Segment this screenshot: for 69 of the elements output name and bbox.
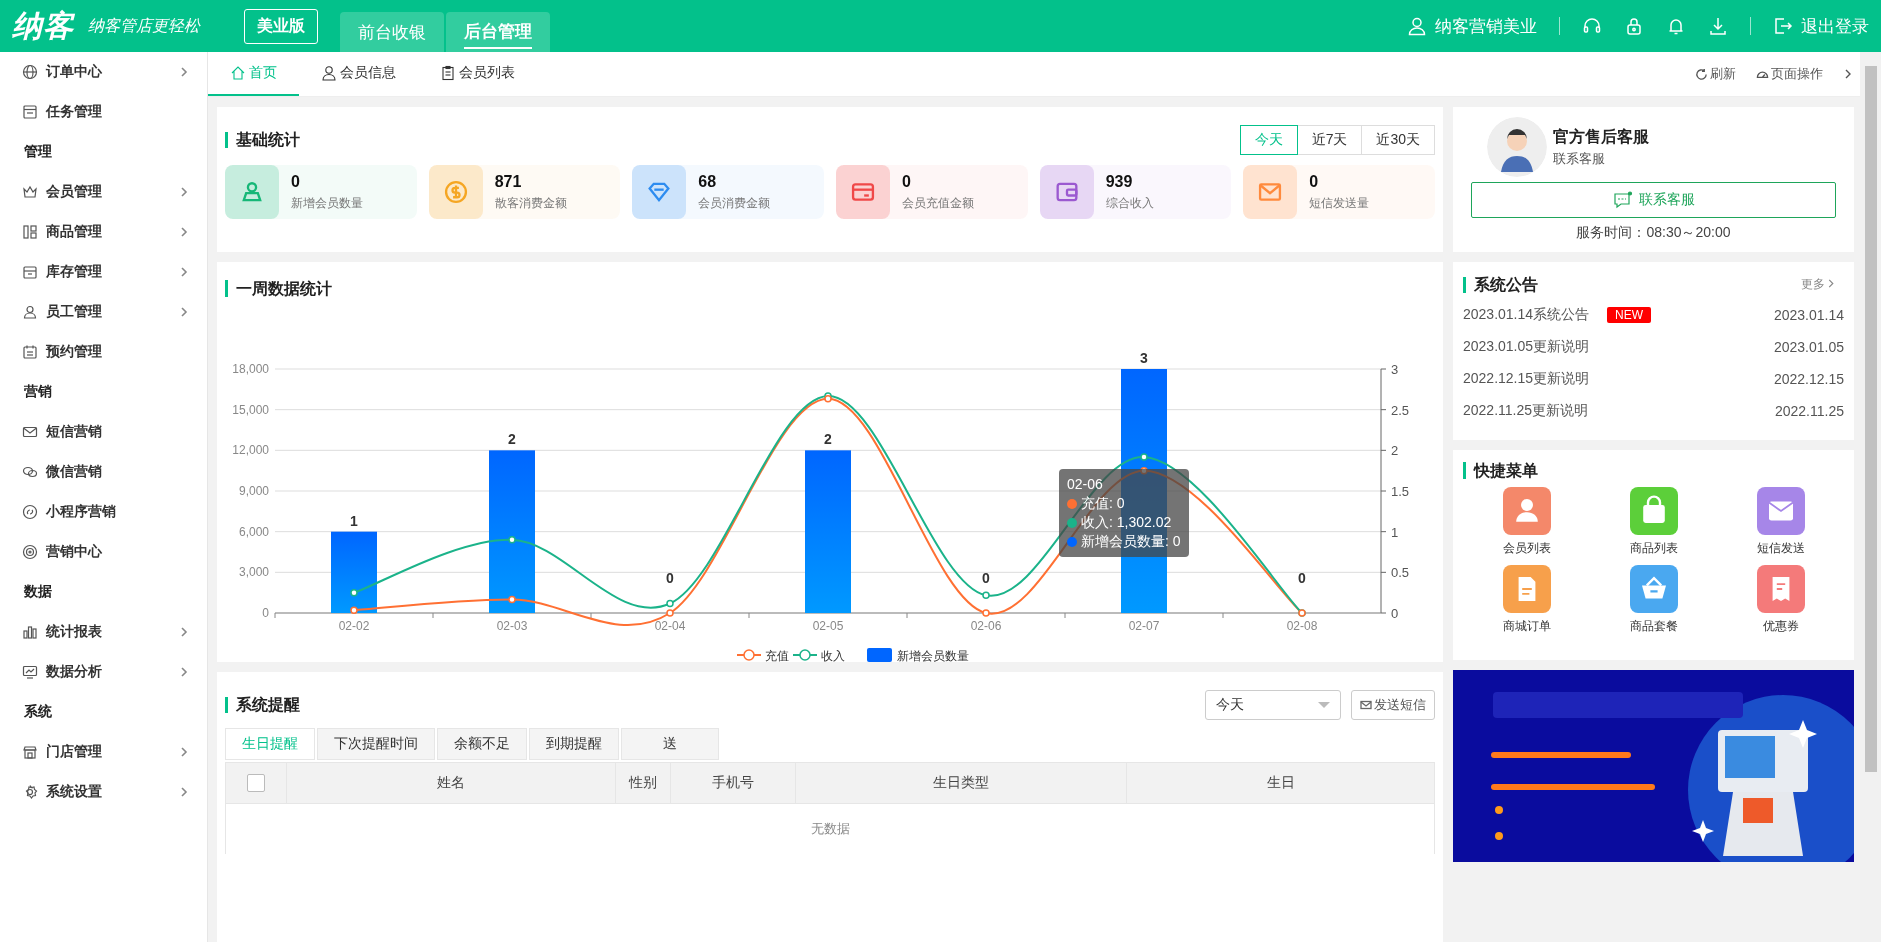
axis-label: 02-03 xyxy=(496,619,528,633)
slogan: 纳客管店更轻松 xyxy=(88,15,200,37)
axis-label: 2 xyxy=(1391,443,1399,459)
axis-label: 15,000 xyxy=(232,402,269,417)
axis-label: 02-07 xyxy=(1128,619,1160,633)
data-label: 2 xyxy=(824,431,832,448)
service-subtitle: 联系客服 xyxy=(1553,149,1606,168)
axis-label: 0 xyxy=(262,606,269,620)
stat-label: 新增会员数量 xyxy=(291,195,363,212)
tooltip-row: 新增会员数量: 0 xyxy=(1081,532,1181,551)
axis-label: 1 xyxy=(1391,524,1399,540)
service-hours: 服务时间：08:30～20:00 xyxy=(1575,224,1732,242)
axis-label: 0 xyxy=(1391,606,1399,621)
axis-label: 9,000 xyxy=(238,484,269,498)
axis-label: 3 xyxy=(1391,362,1399,377)
data-label: 1 xyxy=(350,512,358,529)
logo: 纳客 xyxy=(12,7,74,44)
sidebar-section-label: 系统 xyxy=(23,702,53,721)
section-title: 快捷菜单 xyxy=(1463,462,1538,479)
axis-label: 02-08 xyxy=(1286,619,1318,633)
column-header: 生日 xyxy=(1126,762,1435,804)
stat-value: 68 xyxy=(698,173,718,191)
stat-value: 939 xyxy=(1105,173,1134,191)
axis-label: 02-02 xyxy=(338,619,370,633)
stat-label: 散客消费金额 xyxy=(494,195,567,212)
tooltip-row: 收入: 1,302.02 xyxy=(1081,513,1172,532)
axis-label: 2.5 xyxy=(1391,402,1410,418)
stat-value: 0 xyxy=(902,173,912,191)
stat-label: 短信发送量 xyxy=(1309,195,1370,212)
stat-label: 会员消费金额 xyxy=(698,195,771,212)
sidebar-section-label: 管理 xyxy=(23,142,53,161)
notice-date: 2023.01.05 xyxy=(1773,339,1844,355)
tooltip-row: 充值: 0 xyxy=(1081,494,1125,513)
axis-label: 02-05 xyxy=(812,619,844,633)
tooltip-title: 02-06 xyxy=(1067,475,1104,494)
axis-label: 6,000 xyxy=(238,524,269,539)
column-header: 姓名 xyxy=(286,762,616,804)
axis-label: 02-06 xyxy=(970,619,1002,633)
sidebar-section-label: 数据 xyxy=(23,582,53,601)
axis-label: 3,000 xyxy=(238,565,269,580)
data-label: 0 xyxy=(982,570,990,586)
notice-date: 2023.01.14 xyxy=(1773,307,1844,323)
axis-label: 02-04 xyxy=(654,619,686,633)
stat-value: 0 xyxy=(1309,173,1320,191)
data-label: 0 xyxy=(666,570,674,586)
stat-value: 871 xyxy=(494,173,523,191)
axis-label: 0.5 xyxy=(1391,565,1410,581)
sidebar-section-label: 营销 xyxy=(23,382,53,401)
data-label: 3 xyxy=(1140,350,1148,366)
column-header: 生日类型 xyxy=(795,762,1127,804)
notice-date: 2022.12.15 xyxy=(1773,371,1844,387)
section-title: 系统公告 xyxy=(1463,276,1538,293)
column-header: 性别 xyxy=(615,762,671,804)
section-title: 系统提醒 xyxy=(225,697,300,713)
data-label: 2 xyxy=(508,431,516,448)
stat-value: 0 xyxy=(291,173,301,191)
data-label: 0 xyxy=(1298,570,1306,586)
axis-label: 18,000 xyxy=(232,362,269,376)
service-title: 官方售后客服 xyxy=(1553,126,1649,147)
new-badge: NEW xyxy=(1607,307,1652,323)
notice-date: 2022.11.25 xyxy=(1774,403,1844,419)
empty-message: 无数据 xyxy=(810,821,850,836)
axis-label: 12,000 xyxy=(232,443,269,458)
stat-label: 综合收入 xyxy=(1105,195,1154,212)
stat-label: 会员充值金额 xyxy=(902,195,974,212)
section-title: 基础统计 xyxy=(225,132,300,148)
axis-label: 1.5 xyxy=(1391,484,1410,499)
section-title: 一周数据统计 xyxy=(225,280,332,297)
column-header: 手机号 xyxy=(670,762,796,804)
